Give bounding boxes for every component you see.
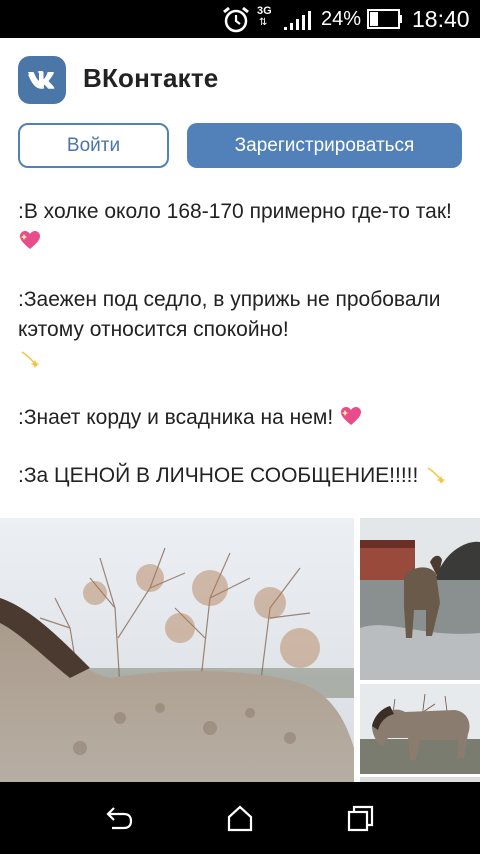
photo-horse-side[interactable] [360, 684, 480, 774]
login-button[interactable]: Войти [18, 123, 169, 168]
post-line-3: :Знает корду и всадника на нем! [18, 403, 468, 433]
post-line-4: :За ЦЕНОЙ В ЛИЧНОЕ СООБЩЕНИЕ!!!!! [18, 461, 468, 491]
sparkling-heart-icon [339, 404, 363, 428]
vk-logo [18, 56, 66, 104]
home-button[interactable] [220, 802, 260, 834]
network-activity-icon: ⇅ [259, 17, 268, 28]
photo-horse-closeup[interactable] [0, 518, 354, 782]
clock: 18:40 [412, 6, 470, 32]
dizzy-icon [18, 346, 42, 370]
vk-logo-icon [28, 71, 55, 89]
dizzy-icon [424, 462, 448, 486]
alarm-icon [223, 6, 249, 33]
post-line-1: :В холке около 168-170 примерно где-то т… [18, 197, 468, 257]
network-type: 3G [257, 5, 272, 17]
recent-apps-icon [347, 805, 374, 832]
photo-horse-yard[interactable] [360, 518, 480, 680]
app-header: ВКонтакте [0, 38, 480, 118]
back-icon [106, 807, 133, 830]
signal-icon [284, 11, 311, 30]
navigation-bar [0, 782, 480, 854]
post-text: :В холке около 168-170 примерно где-то т… [18, 197, 468, 519]
recent-apps-button[interactable] [340, 802, 380, 834]
back-button[interactable] [100, 802, 140, 834]
battery-percent: 24% [321, 8, 362, 30]
sparkling-heart-icon [18, 228, 42, 252]
post-line-2: :Заежен под седло, в уприжь не пробовали… [18, 285, 468, 375]
app-name: ВКонтакте [83, 63, 219, 93]
battery-icon [367, 9, 402, 29]
status-bar: 3G ⇅ 24% 18:40 [0, 0, 480, 38]
home-icon [227, 805, 253, 832]
register-button[interactable]: Зарегистрироваться [187, 123, 462, 168]
